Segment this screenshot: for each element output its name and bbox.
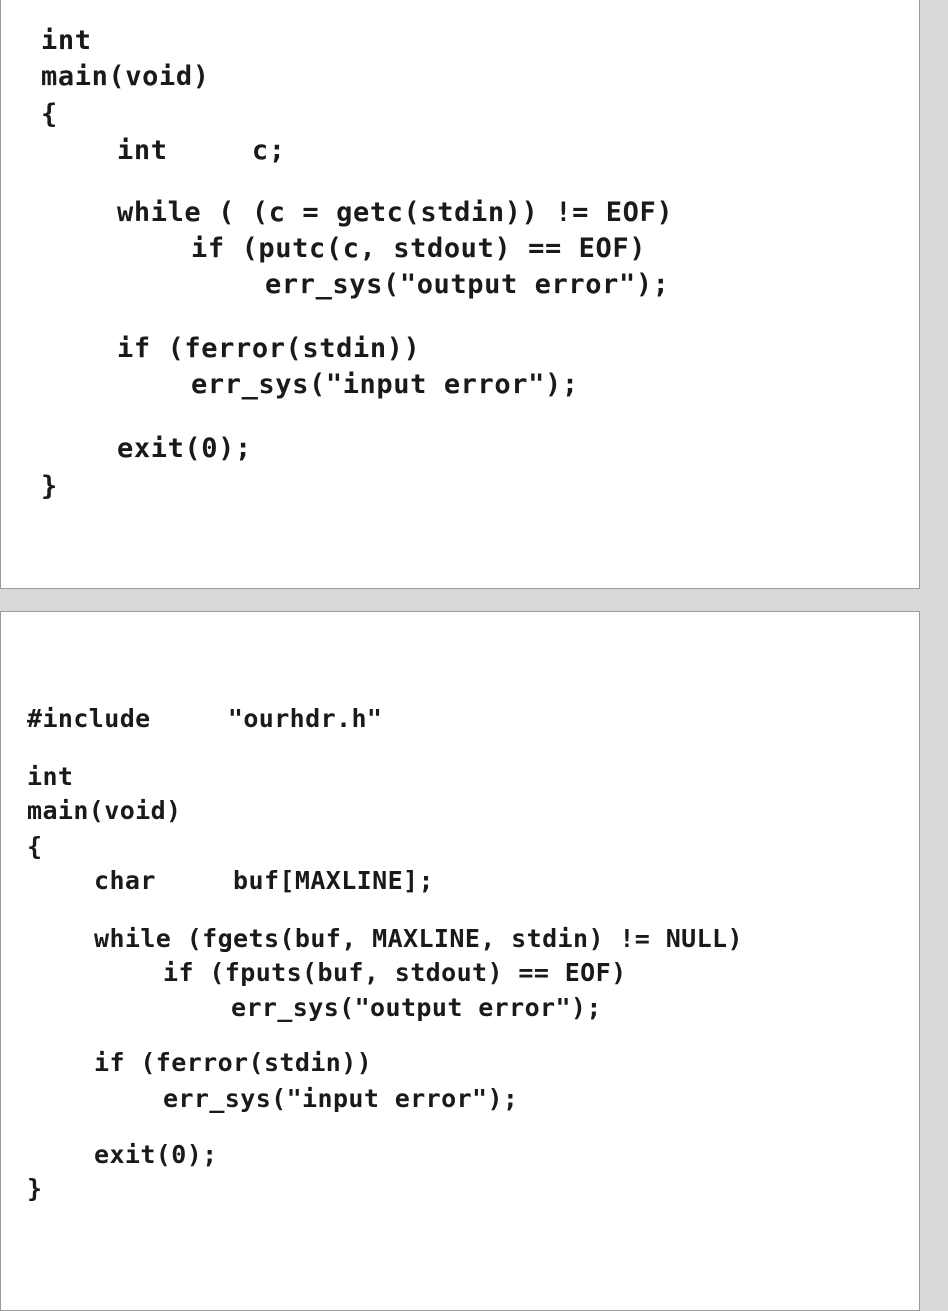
code-line: while (fgets(buf, MAXLINE, stdin) != NUL…	[94, 924, 743, 953]
code-line: }	[41, 471, 58, 502]
code-line: char buf[MAXLINE];	[94, 866, 434, 895]
code-line: err_sys("input error");	[163, 1084, 519, 1113]
code-line: while ( (c = getc(stdin)) != EOF)	[117, 197, 674, 228]
code-line: if (fputs(buf, stdout) == EOF)	[163, 958, 627, 987]
code-line: if (ferror(stdin))	[94, 1048, 373, 1077]
code-line: {	[41, 99, 58, 130]
code-line: #include "ourhdr.h"	[27, 704, 383, 733]
code-line: if (ferror(stdin))	[117, 333, 421, 364]
code-line: {	[27, 832, 43, 861]
code-line: main(void)	[41, 61, 210, 92]
code-line: exit(0);	[94, 1140, 218, 1169]
code-line: int c;	[117, 135, 286, 166]
code-line: if (putc(c, stdout) == EOF)	[191, 233, 647, 264]
code-line: exit(0);	[117, 433, 252, 464]
code-line: err_sys("output error");	[265, 269, 670, 300]
code-line: err_sys("input error");	[191, 369, 579, 400]
code-panel-2: #include "ourhdr.h" int main(void) { cha…	[0, 611, 920, 1311]
code-line: int	[41, 25, 92, 56]
code-panel-1: int main(void) { int c; while ( (c = get…	[0, 0, 920, 589]
code-line: main(void)	[27, 796, 182, 825]
code-line: err_sys("output error");	[231, 993, 602, 1022]
code-line: int	[27, 762, 74, 791]
code-line: }	[27, 1174, 43, 1203]
